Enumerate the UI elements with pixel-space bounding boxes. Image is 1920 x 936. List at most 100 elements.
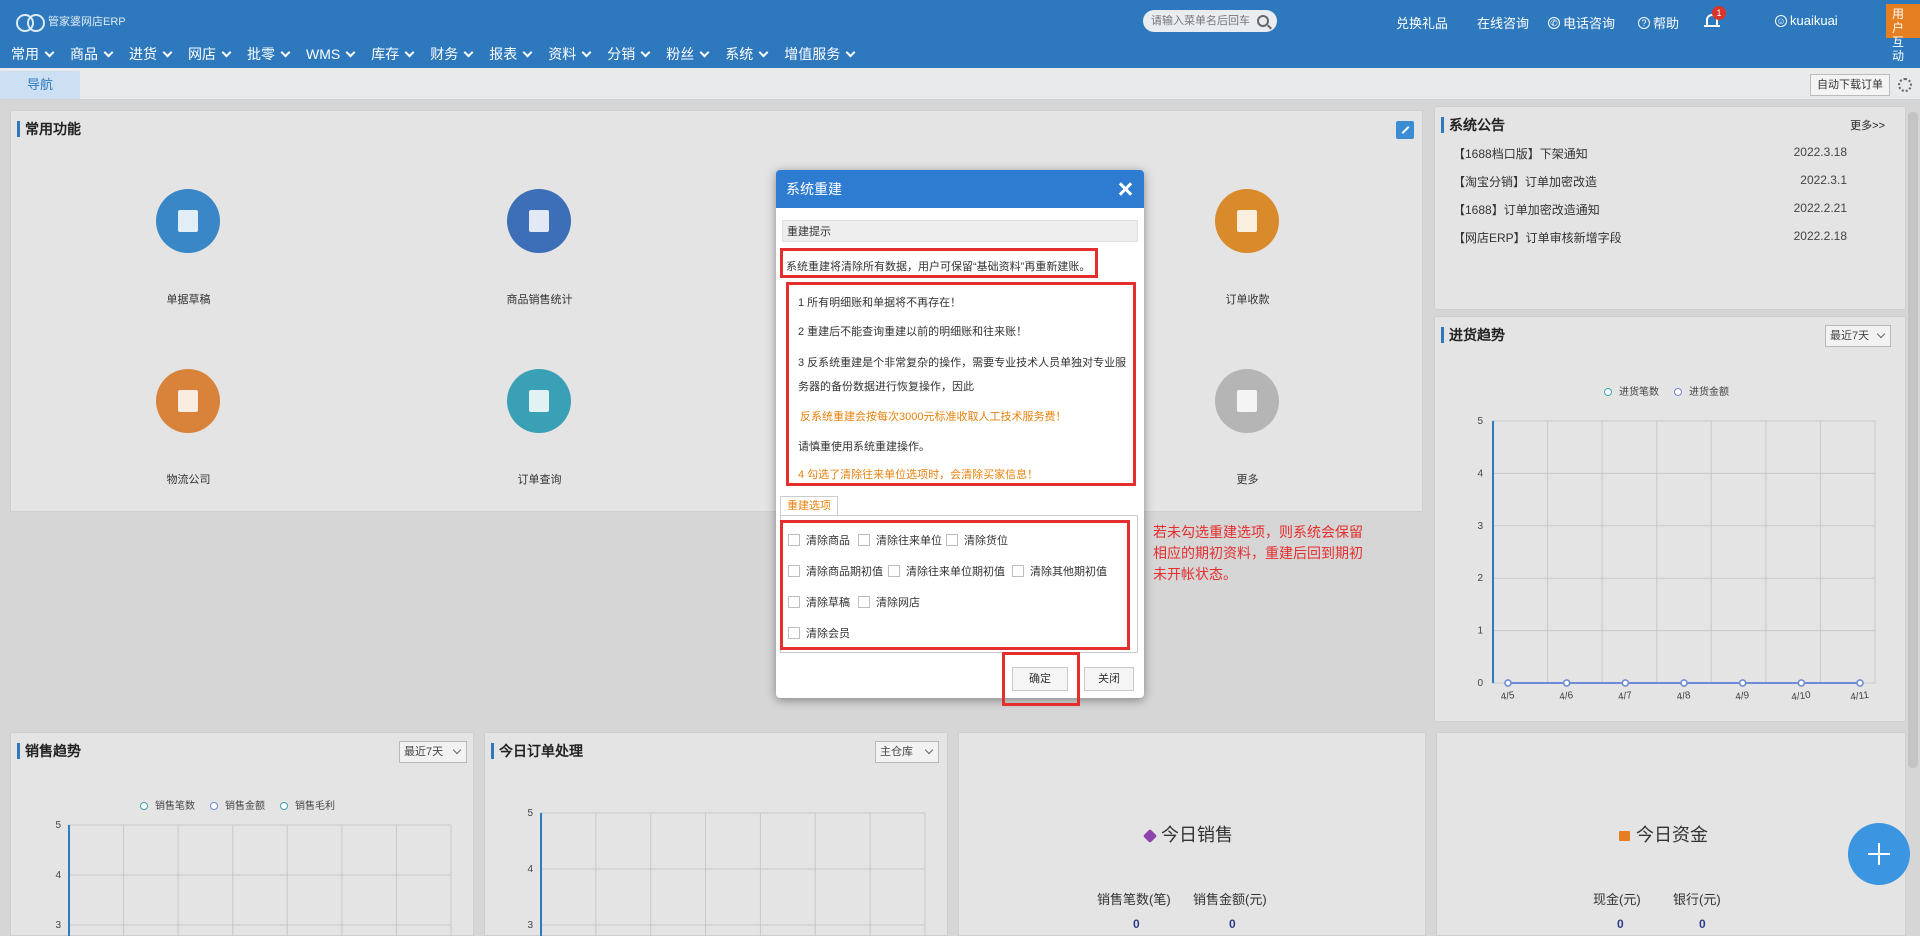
chevron-down-icon (103, 47, 114, 57)
notice-item[interactable]: 【1688档口版】下架通知 2022.3.18 (1453, 145, 1873, 162)
data-point (1680, 679, 1688, 687)
x-tick-label: 4/10 (1791, 690, 1812, 704)
notice-more-link[interactable]: 更多>> (1850, 117, 1885, 133)
menu-search[interactable] (1143, 10, 1277, 32)
menu-item[interactable]: 网店 (177, 42, 232, 66)
menu-item[interactable]: 分销 (596, 42, 651, 66)
user-menu[interactable]: ☺ kuaikuai (1775, 13, 1838, 28)
money-icon (1215, 189, 1279, 253)
notification-badge: 1 (1712, 6, 1726, 20)
menu-item[interactable]: 粉丝 (655, 42, 710, 66)
menu-item[interactable]: 批零 (236, 42, 291, 66)
checkbox-clear-members[interactable]: 清除会员 (788, 625, 850, 641)
system-rebuild-dialog: 系统重建 重建提示 系统重建将清除所有数据，用户可保留“基础资料”再重新建账。 … (776, 170, 1144, 706)
chevron-down-icon (640, 47, 651, 57)
purchase-range-select[interactable]: 最近7天 (1825, 325, 1891, 347)
shortcut-logistics[interactable]: 物流公司 (11, 331, 361, 511)
tag-icon (1142, 828, 1158, 844)
x-tick-label: 4/7 (1617, 690, 1633, 703)
phone-icon: ✆ (1548, 16, 1560, 29)
menu-item[interactable]: 库存 (360, 42, 415, 66)
chevron-down-icon (522, 47, 533, 57)
sales-range-select[interactable]: 最近7天 (399, 741, 467, 763)
today-funds-panel: 今日资金 现金(元) 银行(元) 0 0 (1436, 732, 1906, 936)
warehouse-select[interactable]: 主仓库 (875, 741, 939, 763)
checkbox-clear-drafts[interactable]: 清除草稿 (788, 594, 850, 610)
notification-bell[interactable]: 1 (1704, 6, 1726, 30)
edit-icon[interactable] (1396, 121, 1414, 139)
menu-item[interactable]: 资料 (537, 42, 592, 66)
checkbox-clear-products[interactable]: 清除商品 (788, 532, 850, 548)
box-icon (156, 369, 220, 433)
checkbox-clear-locations[interactable]: 清除货位 (946, 532, 1008, 548)
legend-item[interactable]: 销售毛利 (275, 797, 335, 812)
legend-item[interactable]: 销售金额 (205, 797, 265, 812)
checkbox-clear-product-opening[interactable]: 清除商品期初值 (788, 563, 883, 579)
checkbox-clear-partners[interactable]: 清除往来单位 (858, 532, 942, 548)
menu-item[interactable]: 常用 (0, 42, 55, 66)
logo-text: 管家婆网店ERP (48, 16, 126, 28)
notice-item[interactable]: 【1688】订单加密改造通知 2022.2.21 (1453, 201, 1873, 218)
checkbox-clear-partner-opening[interactable]: 清除往来单位期初值 (888, 563, 1005, 579)
y-tick-label: 3 (527, 920, 533, 931)
user-interaction-tab[interactable]: 用户互动 (1886, 4, 1920, 63)
gift-link[interactable]: 兑换礼品 (1396, 13, 1448, 32)
phone-consult-link[interactable]: ✆ 电话咨询 (1548, 13, 1615, 32)
shortcut-order-query[interactable]: 订单查询 (362, 331, 712, 511)
wallet-icon (1619, 831, 1630, 841)
tab-rebuild-options[interactable]: 重建选项 (780, 496, 838, 516)
rebuild-tips-header: 重建提示 (782, 220, 1138, 242)
purchase-trend-chart: 0 1 2 3 4 5 4/5 4/6 4/7 4/8 4/9 4/10 4/11 (1477, 416, 1876, 704)
menu-item[interactable]: 财务 (419, 42, 474, 66)
panel-title: 常用功能 (17, 121, 81, 137)
notice-item[interactable]: 【网店ERP】订单审核新增字段 2022.2.18 (1453, 229, 1873, 246)
menu-item[interactable]: 进货 (118, 42, 173, 66)
logo[interactable]: 管家婆网店ERP (16, 12, 126, 32)
top-bar: 管家婆网店ERP 兑换礼品 在线咨询 ✆ 电话咨询 ? 帮助 1 ☺ kuaik… (0, 0, 1920, 68)
purchase-trend-panel: 进货趋势 最近7天 进货笔数 进货金额 0 1 2 3 4 5 4/5 4/6 4/7 4/8 4/… (1434, 316, 1906, 722)
help-icon: ? (1638, 16, 1650, 29)
chevron-down-icon (699, 47, 710, 57)
menu-item[interactable]: 系统 (714, 42, 769, 66)
menu-item[interactable]: 报表 (478, 42, 533, 66)
x-tick-label: 4/8 (1676, 690, 1692, 703)
chevron-down-icon (758, 47, 769, 57)
bank-label: 银行(元) (1673, 892, 1721, 907)
sales-trend-chart: 5 4 3 (55, 820, 452, 936)
floating-add-button[interactable] (1848, 823, 1910, 885)
close-button[interactable]: 关闭 (1084, 667, 1134, 691)
chart-legend: 销售笔数 销售金额 销售毛利 (135, 797, 335, 812)
data-point (1856, 679, 1864, 687)
draft-icon (156, 189, 220, 253)
tip-line: 1 所有明细账和单据将不再存在！ (798, 297, 962, 309)
shortcut-sales-stats[interactable]: 商品销售统计 (362, 151, 712, 331)
help-link[interactable]: ? 帮助 (1638, 13, 1679, 32)
menu-search-input[interactable] (1151, 15, 1255, 27)
dialog-title: 系统重建 (786, 181, 842, 197)
today-orders-chart: 5 4 3 (527, 808, 926, 936)
y-tick-label: 5 (1477, 416, 1483, 427)
legend-item[interactable]: 销售笔数 (135, 797, 195, 812)
dialog-header: 系统重建 (776, 170, 1144, 208)
checkbox-clear-shops[interactable]: 清除网店 (858, 594, 920, 610)
close-icon[interactable] (1118, 182, 1132, 196)
auto-download-orders-button[interactable]: 自动下载订单 (1810, 74, 1890, 96)
page-scrollbar[interactable] (1908, 112, 1918, 768)
tab-navigation[interactable]: 导航 (0, 71, 80, 99)
common-functions-panel: 常用功能 单据草稿 商品销售统计 订单收款 物流公司 订单查询 更多 (10, 110, 1423, 512)
menu-item[interactable]: 增值服务 (773, 42, 856, 66)
chevron-down-icon (452, 745, 462, 755)
online-consult-link[interactable]: 在线咨询 (1477, 13, 1529, 32)
shortcut-draft[interactable]: 单据草稿 (11, 151, 361, 331)
gear-icon[interactable] (1898, 78, 1912, 92)
confirm-button[interactable]: 确定 (1012, 667, 1068, 691)
menu-item[interactable]: 商品 (59, 42, 114, 66)
notice-item[interactable]: 【淘宝分销】订单加密改造 2022.3.1 (1453, 173, 1873, 190)
tab-bar: 导航 自动下载订单 (0, 68, 1920, 100)
checkbox-clear-other-opening[interactable]: 清除其他期初值 (1012, 563, 1107, 579)
menu-item[interactable]: WMS (295, 42, 356, 66)
main-menu: 常用 商品 进货 网店 批零 WMS 库存 财务 报表 资料 分销 粉丝 系统 … (0, 42, 860, 66)
x-tick-label: 4/6 (1559, 690, 1575, 703)
search-icon[interactable] (1257, 15, 1269, 27)
chevron-down-icon (280, 47, 291, 57)
